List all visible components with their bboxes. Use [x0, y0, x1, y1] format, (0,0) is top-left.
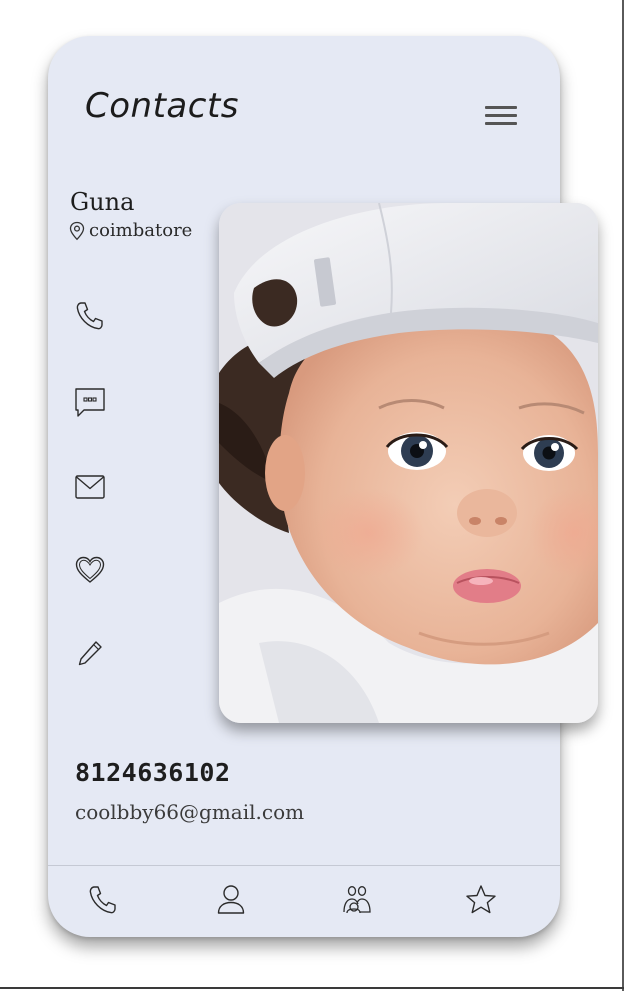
contact-location: coimbatore — [68, 220, 192, 241]
contact-photo — [219, 203, 598, 723]
nav-profile-person-icon[interactable] — [213, 882, 249, 918]
page-title: Contacts — [85, 86, 239, 126]
window-edge-right — [622, 0, 624, 991]
nav-calls-phone-icon[interactable] — [85, 882, 121, 918]
message-action-message-icon[interactable] — [72, 384, 108, 420]
call-action-phone-icon[interactable] — [72, 298, 108, 334]
group-icon — [343, 886, 371, 914]
edit-action-edit-icon[interactable] — [72, 635, 108, 671]
nav-favorites-star-icon[interactable] — [463, 882, 499, 918]
nav-groups-group-icon[interactable] — [339, 882, 375, 918]
location-pin-icon — [69, 221, 85, 240]
person-icon — [217, 885, 245, 914]
edit-icon — [78, 641, 102, 666]
phone-icon — [89, 886, 116, 914]
contact-location-label: coimbatore — [89, 220, 193, 241]
baby-portrait-image — [219, 203, 598, 723]
star-icon — [466, 885, 496, 914]
contact-name: Guna — [70, 188, 135, 216]
phone-icon — [76, 302, 103, 330]
heart-icon — [75, 556, 105, 583]
contact-phone-number: 8124636102 — [75, 758, 231, 787]
window-edge-bottom — [0, 987, 624, 989]
mail-icon — [75, 475, 105, 499]
bottom-nav-divider — [48, 865, 560, 866]
message-icon — [75, 388, 105, 417]
favorite-action-heart-icon[interactable] — [72, 552, 108, 588]
contact-email: coolbby66@gmail.com — [75, 800, 305, 824]
email-action-mail-icon[interactable] — [72, 469, 108, 505]
hamburger-menu-icon[interactable] — [482, 104, 520, 132]
